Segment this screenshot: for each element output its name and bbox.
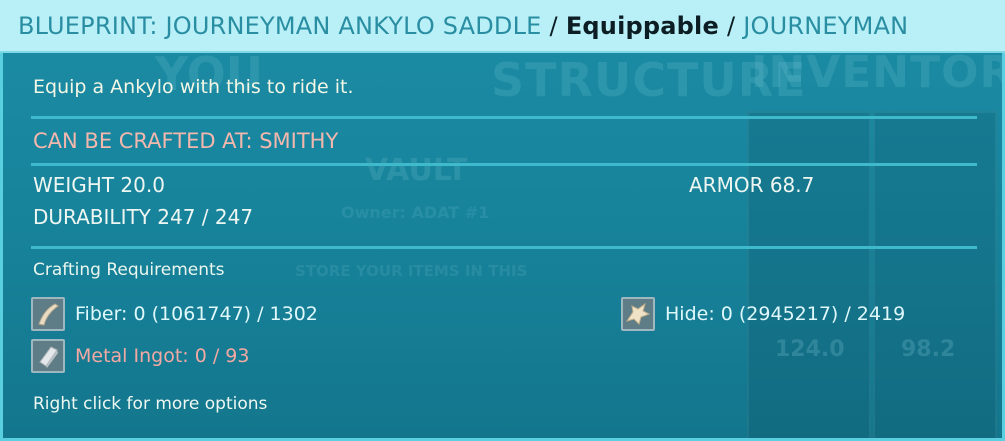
bg-owner-label: Owner: ADAT #1	[341, 203, 490, 222]
right-click-hint: Right click for more options	[33, 394, 268, 414]
crafting-requirements-title: Crafting Requirements	[33, 260, 225, 280]
bg-inventory-column	[747, 111, 871, 438]
crafted-at-label: CAN BE CRAFTED AT: SMITHY	[33, 129, 339, 153]
armor-stat: ARMOR 68.7	[689, 173, 815, 197]
requirement-hide: Hide: 0 (2945217) / 2419	[621, 297, 905, 331]
bg-inventory-column	[873, 111, 997, 438]
bg-store-label: STORE YOUR ITEMS IN THIS	[295, 262, 528, 280]
weight-stat: WEIGHT 20.0	[33, 173, 165, 197]
bg-value: 98.2	[901, 337, 956, 362]
item-quality: JOURNEYMAN	[743, 11, 909, 40]
tooltip-title-bar: BLUEPRINT: JOURNEYMAN ANKYLO SADDLE / Eq…	[0, 0, 1005, 53]
title-separator: /	[549, 11, 558, 40]
title-separator: /	[726, 11, 736, 40]
hide-icon	[621, 297, 655, 331]
divider	[31, 246, 977, 249]
divider	[31, 163, 977, 166]
metal-ingot-icon	[31, 339, 65, 373]
item-type: Equippable	[565, 11, 719, 40]
durability-stat: DURABILITY 247 / 247	[33, 205, 254, 229]
bg-inventory-label: INVENTORY	[751, 53, 1002, 98]
bg-vault-label: VAULT	[365, 153, 468, 188]
item-description: Equip a Ankylo with this to ride it.	[33, 76, 354, 98]
tooltip-panel: YOU STRUCTURE INVENTORY VAULT Owner: ADA…	[0, 53, 1005, 441]
item-tooltip: BLUEPRINT: JOURNEYMAN ANKYLO SADDLE / Eq…	[0, 0, 1005, 441]
requirement-label: Hide: 0 (2945217) / 2419	[665, 303, 906, 325]
requirement-fiber: Fiber: 0 (1061747) / 1302	[31, 297, 318, 331]
requirement-label: Fiber: 0 (1061747) / 1302	[75, 303, 318, 325]
requirement-label: Metal Ingot: 0 / 93	[75, 345, 250, 367]
item-name: BLUEPRINT: JOURNEYMAN ANKYLO SADDLE	[18, 11, 542, 40]
bg-value: 124.0	[775, 337, 845, 362]
fiber-icon	[31, 297, 65, 331]
divider	[31, 116, 977, 119]
requirement-metal-ingot: Metal Ingot: 0 / 93	[31, 339, 249, 373]
